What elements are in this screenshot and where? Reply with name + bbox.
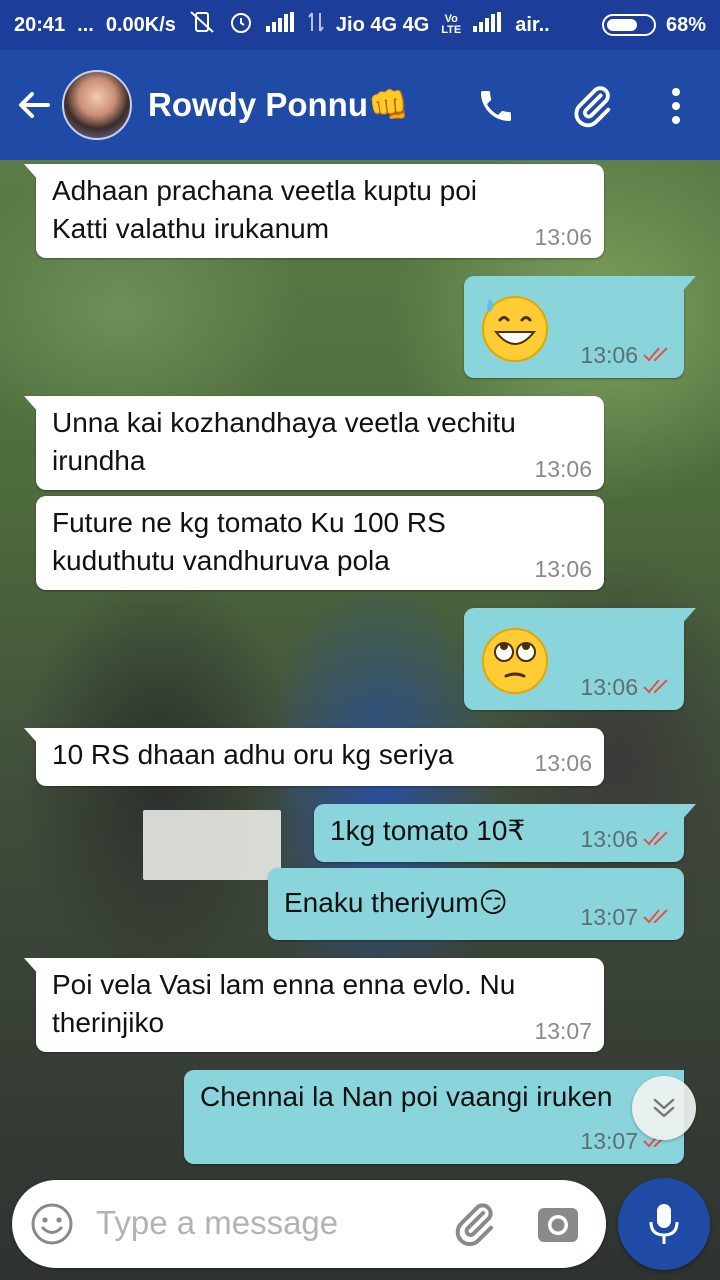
battery-icon: [601, 14, 656, 36]
attach-button[interactable]: [564, 78, 620, 134]
read-ticks-icon: [643, 909, 668, 924]
face-with-rolling-eyes-icon: [482, 628, 548, 694]
mute-vibrate-icon: [188, 10, 216, 40]
signal-icon-2: [473, 12, 503, 38]
message-time: 13:06: [534, 456, 592, 482]
back-button[interactable]: [6, 77, 62, 133]
message-time: 13:07: [580, 904, 638, 930]
camera-icon[interactable]: [536, 1202, 580, 1246]
phone-icon: [481, 91, 511, 121]
message-time: 13:06: [534, 750, 592, 776]
message-text-line: Chennai la Nan poi vaangi iruken: [200, 1081, 613, 1112]
message-text-line: therinjiko: [52, 1007, 165, 1038]
more-options-button[interactable]: [648, 78, 704, 134]
mic-icon: [649, 1204, 679, 1244]
status-bar: 20:41 ... 0.00K/s Jio 4G 4G Vo LTE air.. …: [0, 0, 720, 50]
message-time: 13:07: [534, 1018, 592, 1044]
volte-icon: Vo LTE: [441, 13, 462, 36]
paperclip-icon[interactable]: [450, 1200, 498, 1248]
read-ticks-icon: [643, 831, 668, 846]
message-time: 13:06: [534, 556, 592, 582]
call-button[interactable]: [468, 78, 524, 134]
message-text-line: Katti valathu irukanum: [52, 213, 330, 244]
chat-header: Rowdy Ponnu👊: [0, 50, 720, 160]
emoji-icon[interactable]: [30, 1202, 74, 1246]
message-time: 13:06: [534, 224, 592, 250]
message-composer: Type a message: [12, 1180, 606, 1268]
message-time: 13:06: [580, 674, 638, 700]
status-time: 20:41: [14, 13, 66, 36]
message-text-line: 10 RS dhaan adhu oru kg seriya: [52, 739, 454, 770]
message-bubble-outgoing[interactable]: Enaku theriyum😏 13:07: [268, 868, 684, 940]
paperclip-icon: [574, 86, 611, 128]
read-ticks-icon: [643, 679, 668, 694]
signal-icon-1: [265, 12, 296, 38]
message-input[interactable]: Type a message: [96, 1204, 338, 1242]
contact-name[interactable]: Rowdy Ponnu👊: [148, 86, 409, 125]
alarm-icon: [228, 9, 254, 41]
wallpaper-photo-detail: [143, 810, 281, 880]
message-bubble-incoming[interactable]: Adhaan prachana veetla kuptu poi Katti v…: [24, 164, 604, 258]
read-ticks-icon: [643, 347, 668, 362]
message-text-line: irundha: [52, 445, 146, 476]
message-text-line: 1kg tomato 10₹: [330, 815, 526, 846]
message-bubble-outgoing[interactable]: 13:06: [464, 276, 696, 378]
battery-percent: 68%: [665, 13, 706, 36]
message-bubble-outgoing[interactable]: 1kg tomato 10₹ 13:06: [314, 804, 696, 862]
message-bubble-incoming[interactable]: Future ne kg tomato Ku 100 RS kuduthutu …: [36, 496, 604, 590]
status-dots: ...: [77, 13, 94, 36]
message-bubble-incoming[interactable]: Poi vela Vasi lam enna enna evlo. Nu the…: [24, 958, 604, 1052]
more-vert-icon: [672, 88, 680, 124]
voice-record-button[interactable]: [618, 1178, 710, 1270]
carrier-1: Jio 4G 4G: [335, 13, 430, 36]
double-chevron-down-icon: [653, 1098, 675, 1118]
scroll-to-bottom-button[interactable]: [632, 1076, 696, 1140]
message-bubble-incoming[interactable]: 10 RS dhaan adhu oru kg seriya 13:06: [24, 728, 604, 786]
message-text-line: kuduthutu vandhuruva pola: [52, 545, 390, 576]
message-time: 13:07: [580, 1128, 638, 1154]
message-bubble-incoming[interactable]: Unna kai kozhandhaya veetla vechitu irun…: [24, 396, 604, 490]
message-text-line: Adhaan prachana veetla kuptu poi: [52, 175, 477, 206]
carrier-2: air..: [515, 13, 550, 36]
avatar[interactable]: [62, 70, 132, 140]
message-bubble-outgoing[interactable]: 13:06: [464, 608, 696, 710]
message-time: 13:06: [580, 342, 638, 368]
network-speed: 0.00K/s: [105, 13, 176, 36]
message-text-line: Future ne kg tomato Ku 100 RS: [52, 507, 446, 538]
message-text-line: Enaku theriyum😏: [284, 887, 508, 918]
data-arrows-icon: [308, 11, 324, 39]
message-bubble-outgoing[interactable]: Chennai la Nan poi vaangi iruken 13:07: [184, 1070, 684, 1164]
message-text-line: Unna kai kozhandhaya veetla vechitu: [52, 407, 516, 438]
back-arrow-icon: [19, 92, 50, 118]
message-text-line: Poi vela Vasi lam enna enna evlo. Nu: [52, 969, 516, 1000]
grinning-face-with-sweat-icon: [482, 296, 548, 362]
message-time: 13:06: [580, 826, 638, 852]
